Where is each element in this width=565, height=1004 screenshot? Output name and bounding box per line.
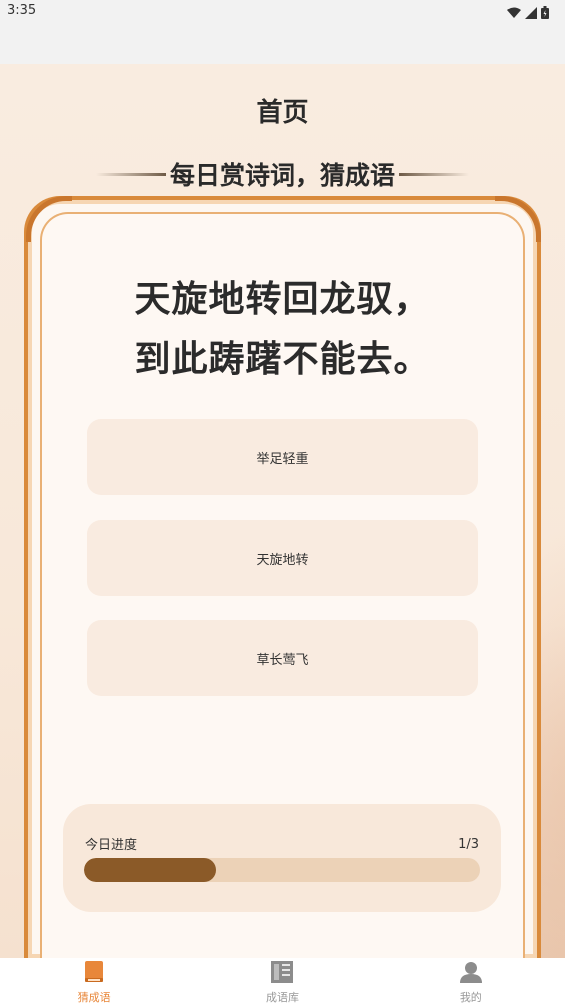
answer-option-label: 天旋地转 <box>256 552 309 568</box>
progress-count: 1/3 <box>458 837 479 852</box>
answer-option-label: 草长莺飞 <box>256 652 309 668</box>
nav-item-guess-idiom[interactable]: 猜成语 <box>0 958 188 1004</box>
page-title: 首页 <box>256 98 309 128</box>
poem-line-2: 到此踌躇不能去。 <box>134 339 431 380</box>
status-bar: 3:35 <box>0 0 565 64</box>
status-time: 3:35 <box>7 3 37 18</box>
subtitle-divider-left <box>95 172 166 176</box>
signal-icon <box>525 4 537 23</box>
book-icon <box>84 961 104 987</box>
nav-item-idiom-library[interactable]: 成语库 <box>188 958 376 1004</box>
subtitle-divider-right <box>399 172 469 176</box>
subtitle: 每日赏诗词，猜成语 <box>169 161 395 190</box>
nav-label: 我的 <box>459 991 482 1004</box>
answer-option[interactable]: 天旋地转 <box>87 520 478 596</box>
answer-option[interactable]: 草长莺飞 <box>87 620 478 696</box>
bottom-nav: 猜成语 成语库 我的 <box>0 958 565 1004</box>
answer-option[interactable]: 举足轻重 <box>87 419 478 495</box>
nav-item-mine[interactable]: 我的 <box>377 958 565 1004</box>
progress-track <box>84 858 480 882</box>
nav-label: 猜成语 <box>77 991 111 1004</box>
poem-line-1: 天旋地转回龙驭， <box>134 279 431 320</box>
answer-option-label: 举足轻重 <box>256 451 309 467</box>
idiom-library-icon <box>269 961 295 987</box>
subtitle-banner: 每日赏诗词，猜成语 <box>0 156 565 192</box>
progress-fill <box>84 858 216 882</box>
user-icon <box>459 961 482 987</box>
poem-text: 天旋地转回龙驭， 到此踌躇不能去。 <box>0 270 565 390</box>
nav-label: 成语库 <box>265 991 299 1004</box>
status-icons <box>507 4 549 23</box>
daily-progress-panel: 今日进度 1/3 <box>63 804 501 912</box>
battery-icon <box>541 4 549 23</box>
progress-label: 今日进度 <box>85 838 138 853</box>
wifi-icon <box>507 4 521 23</box>
